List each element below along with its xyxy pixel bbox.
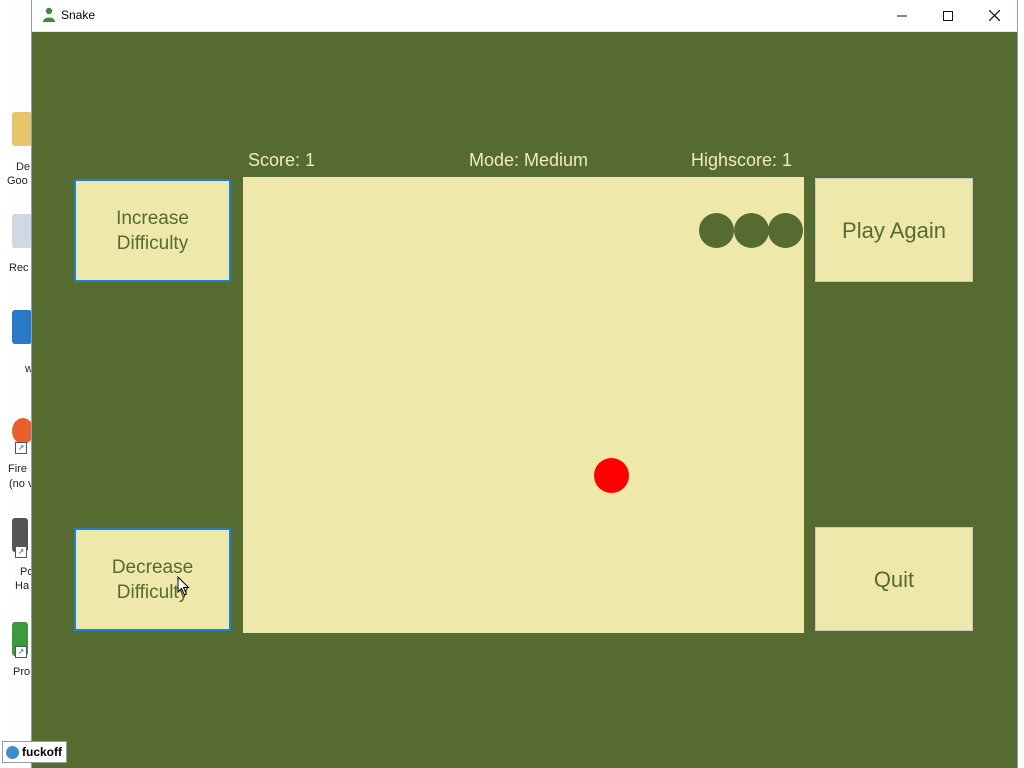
mode-label: Mode: Medium	[469, 150, 589, 170]
snake-person-icon	[43, 7, 55, 22]
taskbar-chip-label: fuckoff	[22, 745, 62, 759]
title-bar[interactable]: Snake	[32, 0, 1017, 32]
desktop-label: w	[25, 363, 32, 375]
desktop-label: De	[16, 161, 31, 173]
food-apple	[594, 458, 629, 493]
desktop-label: Pro	[13, 666, 31, 678]
desktop-label: Fire	[8, 463, 27, 475]
shortcut-arrow-icon: ↗	[15, 546, 27, 558]
desktop-label: Ha	[15, 580, 30, 592]
desktop-label: Rec	[9, 262, 29, 274]
app-shortcut-icon[interactable]	[12, 310, 32, 344]
globe-icon	[6, 745, 19, 759]
highscore-label: Highscore: 1	[691, 150, 793, 170]
window-title: Snake	[61, 8, 96, 22]
close-icon	[988, 10, 1000, 21]
arrow-cursor-icon	[177, 576, 190, 596]
desktop-label: (no v	[9, 478, 32, 490]
minimize-button[interactable]	[879, 0, 925, 31]
folder-icon[interactable]	[12, 112, 32, 146]
snake-head	[768, 213, 803, 248]
quit-button[interactable]: Quit	[815, 527, 973, 631]
maximize-button[interactable]	[925, 0, 971, 31]
quit-label: Quit	[873, 566, 915, 592]
desktop-strip: De Goo Rec w ↗ Fire (no v ↗ Po Ha ↗ Pro	[0, 0, 32, 768]
decrease-difficulty-label: Decrease Difficulty	[111, 556, 194, 603]
game-board[interactable]	[243, 177, 804, 633]
snake-window: Snake Score: 1 Mode: Medium Highscore: 1…	[32, 0, 1017, 768]
play-again-label: Play Again	[842, 217, 946, 243]
decrease-difficulty-button[interactable]: Decrease Difficulty	[74, 528, 231, 631]
shortcut-arrow-icon: ↗	[15, 646, 27, 658]
minimize-icon	[897, 15, 907, 16]
score-label: Score: 1	[248, 150, 316, 170]
increase-difficulty-label: Increase Difficulty	[116, 207, 189, 254]
taskbar-chip[interactable]: fuckoff	[2, 741, 67, 763]
shortcut-arrow-icon: ↗	[15, 442, 27, 454]
firefox-icon[interactable]	[12, 418, 32, 444]
maximize-icon	[943, 10, 953, 21]
desktop-label: Po	[20, 566, 32, 578]
play-again-button[interactable]: Play Again	[815, 178, 973, 282]
close-button[interactable]	[971, 0, 1017, 31]
recycle-bin-icon[interactable]	[12, 214, 32, 248]
increase-difficulty-button[interactable]: Increase Difficulty	[74, 179, 231, 282]
snake-segment	[734, 213, 769, 248]
desktop-label: Goo	[7, 175, 28, 187]
snake-segment	[699, 213, 734, 248]
